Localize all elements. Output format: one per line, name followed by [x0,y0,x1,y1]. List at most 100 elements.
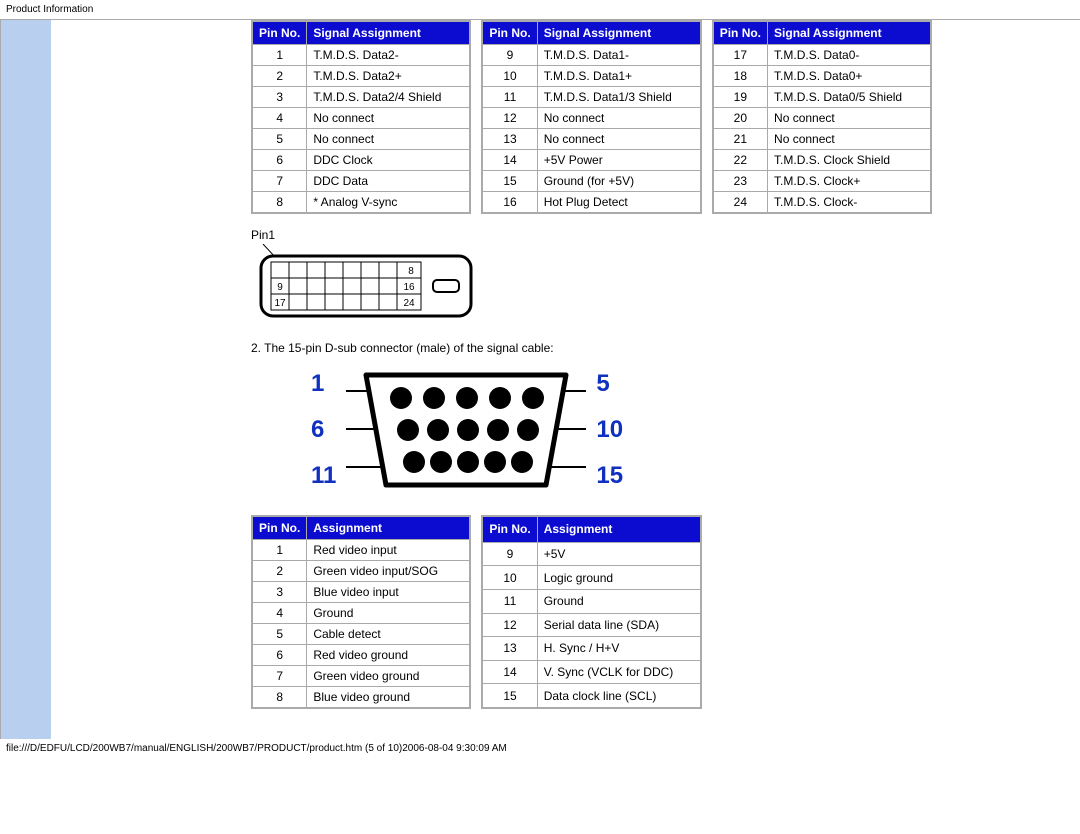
table-row: 6DDC Clock [252,150,470,171]
pin-no-cell: 2 [252,561,307,582]
table-row: 21No connect [713,129,931,150]
table-row: 13H. Sync / H+V [482,637,700,661]
table-row: 10T.M.D.S. Data1+ [482,66,700,87]
signal-cell: T.M.D.S. Clock Shield [768,150,932,171]
svg-text:24: 24 [403,298,415,309]
signal-cell: * Analog V-sync [307,192,471,214]
table-row: 5No connect [252,129,470,150]
dvi-table-3: Pin No. Signal Assignment 17T.M.D.S. Dat… [712,20,932,214]
th-pin-no: Pin No. [252,21,307,45]
pin-no-cell: 9 [482,45,537,66]
signal-cell: No connect [768,129,932,150]
th-pin-no: Pin No. [482,21,537,45]
signal-cell: T.M.D.S. Data0/5 Shield [768,87,932,108]
table-row: 4No connect [252,108,470,129]
pin-no-cell: 18 [713,66,768,87]
assignment-cell: Data clock line (SCL) [537,684,701,708]
pin-no-cell: 7 [252,171,307,192]
table-row: 19T.M.D.S. Data0/5 Shield [713,87,931,108]
signal-cell: T.M.D.S. Data1/3 Shield [537,87,701,108]
table-row: 12No connect [482,108,700,129]
pin-no-cell: 3 [252,87,307,108]
th-signal: Signal Assignment [537,21,701,45]
pin-no-cell: 15 [482,684,537,708]
svg-text:16: 16 [403,282,415,293]
signal-cell: T.M.D.S. Data2/4 Shield [307,87,471,108]
th-signal: Signal Assignment [768,21,932,45]
table-row: 8* Analog V-sync [252,192,470,214]
pin-no-cell: 3 [252,582,307,603]
pin-no-cell: 11 [482,590,537,614]
pin-no-cell: 23 [713,171,768,192]
assignment-cell: Green video input/SOG [307,561,471,582]
pin1-label: Pin1 [251,228,1080,242]
table-row: 22T.M.D.S. Clock Shield [713,150,931,171]
table-row: 7Green video ground [252,666,470,687]
pin-no-cell: 4 [252,108,307,129]
signal-cell: T.M.D.S. Clock+ [768,171,932,192]
vga-right-numbers: 5 10 15 [596,370,623,490]
pin-no-cell: 10 [482,566,537,590]
assignment-cell: Red video ground [307,645,471,666]
pin-no-cell: 13 [482,637,537,661]
signal-cell: No connect [307,108,471,129]
table-row: 1T.M.D.S. Data2- [252,45,470,66]
pin-no-cell: 10 [482,66,537,87]
signal-cell: T.M.D.S. Data1- [537,45,701,66]
signal-cell: Hot Plug Detect [537,192,701,214]
pin-no-cell: 9 [482,542,537,566]
assignment-cell: Green video ground [307,666,471,687]
vga-table-1: Pin No. Assignment 1Red video input2Gree… [251,515,471,709]
pin-no-cell: 17 [713,45,768,66]
svg-text:17: 17 [274,298,286,309]
pin-no-cell: 14 [482,150,537,171]
pin-no-cell: 22 [713,150,768,171]
dvi-connector-diagram: 9 17 8 16 24 [251,244,1080,327]
table-row: 6Red video ground [252,645,470,666]
signal-cell: Ground (for +5V) [537,171,701,192]
table-row: 23T.M.D.S. Clock+ [713,171,931,192]
assignment-cell: Blue video ground [307,687,471,709]
pin-no-cell: 11 [482,87,537,108]
vga-caption: 2. The 15-pin D-sub connector (male) of … [251,341,1080,355]
signal-cell: No connect [768,108,932,129]
th-assignment: Assignment [537,516,701,542]
dvi-pinout-tables: Pin No. Signal Assignment 1T.M.D.S. Data… [251,20,1080,214]
th-pin-no: Pin No. [482,516,537,542]
page-footer: file:///D/EDFU/LCD/200WB7/manual/ENGLISH… [0,739,1080,758]
page-header: Product Information [0,0,1080,19]
pin-no-cell: 2 [252,66,307,87]
table-row: 8Blue video ground [252,687,470,709]
pin-no-cell: 5 [252,129,307,150]
pin-no-cell: 13 [482,129,537,150]
signal-cell: DDC Data [307,171,471,192]
table-row: 2Green video input/SOG [252,561,470,582]
pin-no-cell: 12 [482,108,537,129]
vga-table-2: Pin No. Assignment 9+5V10Logic ground11G… [481,515,701,709]
table-row: 12Serial data line (SDA) [482,613,700,637]
dvi-table-2: Pin No. Signal Assignment 9T.M.D.S. Data… [481,20,701,214]
pin-no-cell: 1 [252,45,307,66]
table-row: 9T.M.D.S. Data1- [482,45,700,66]
pin-no-cell: 21 [713,129,768,150]
table-row: 4Ground [252,603,470,624]
th-signal: Signal Assignment [307,21,471,45]
assignment-cell: Serial data line (SDA) [537,613,701,637]
pin-no-cell: 19 [713,87,768,108]
assignment-cell: H. Sync / H+V [537,637,701,661]
vga-connector-icon [346,365,586,495]
table-row: 18T.M.D.S. Data0+ [713,66,931,87]
content-area: Pin No. Signal Assignment 1T.M.D.S. Data… [51,19,1080,739]
signal-cell: No connect [537,108,701,129]
assignment-cell: Blue video input [307,582,471,603]
dvi-tbody-2: 9T.M.D.S. Data1-10T.M.D.S. Data1+11T.M.D… [482,45,700,214]
signal-cell: T.M.D.S. Data0+ [768,66,932,87]
assignment-cell: Ground [537,590,701,614]
table-row: 2T.M.D.S. Data2+ [252,66,470,87]
signal-cell: T.M.D.S. Data0- [768,45,932,66]
svg-text:9: 9 [277,282,283,293]
table-row: 16Hot Plug Detect [482,192,700,214]
assignment-cell: Red video input [307,540,471,561]
th-pin-no: Pin No. [713,21,768,45]
pin-no-cell: 8 [252,192,307,214]
